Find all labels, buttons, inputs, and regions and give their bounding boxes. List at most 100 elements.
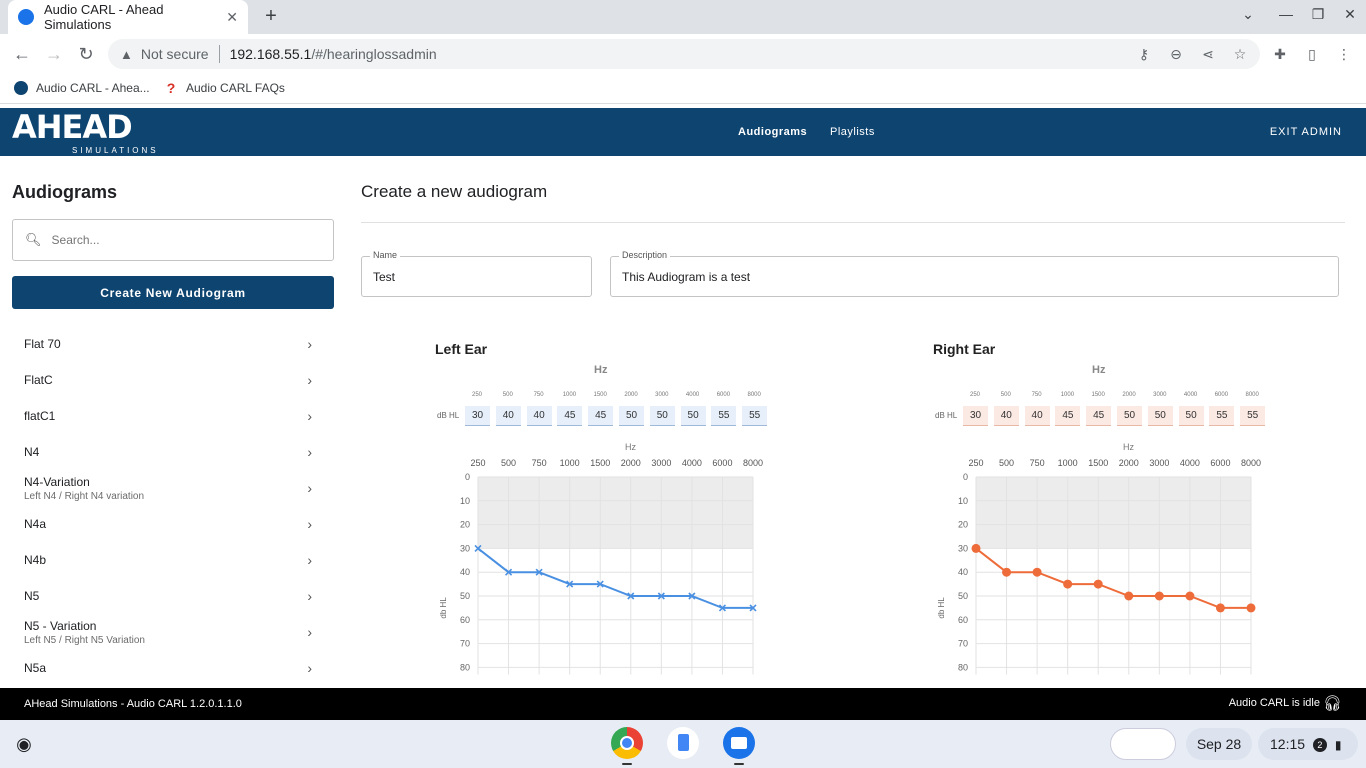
system-tray[interactable]: 12:15 2 ▮ — [1258, 728, 1358, 760]
back-icon[interactable]: ← — [10, 42, 34, 66]
threshold-input[interactable]: 50 — [680, 406, 706, 426]
warning-icon[interactable]: ▲ — [120, 47, 133, 62]
list-item-name: FlatC — [24, 373, 53, 387]
close-tab-icon[interactable]: ✕ — [226, 9, 238, 26]
description-field-label: Description — [619, 250, 671, 260]
screen-capture-thumbnail[interactable] — [1110, 728, 1176, 760]
data-point[interactable] — [1246, 603, 1256, 613]
create-audiogram-button[interactable]: Create New Audiogram — [12, 276, 334, 309]
chevron-right-icon: › — [307, 372, 312, 388]
list-item[interactable]: N5a › — [12, 650, 334, 686]
zoom-icon[interactable]: ⊖ — [1167, 46, 1185, 63]
data-point[interactable] — [1215, 603, 1225, 613]
threshold-input[interactable]: 50 — [649, 406, 675, 426]
x-axis-label: Hz — [625, 442, 636, 452]
threshold-input[interactable]: 45 — [1055, 406, 1081, 426]
chrome-icon[interactable] — [611, 727, 643, 759]
x-tick-label: 1500 — [1088, 458, 1108, 468]
logo-text: AHEAD — [12, 108, 133, 146]
y-tick-label: 80 — [958, 662, 968, 672]
tab-search-icon[interactable]: ⌄ — [1238, 6, 1258, 23]
address-bar[interactable]: ▲ Not secure 192.168.55.1 /#/hearingloss… — [108, 39, 1260, 69]
key-icon[interactable]: ⚷ — [1135, 46, 1153, 63]
list-item[interactable]: N4b › — [12, 542, 334, 578]
search-field[interactable]: 🔍︎ — [12, 219, 334, 261]
star-icon[interactable]: ☆ — [1231, 46, 1249, 63]
divider — [361, 222, 1345, 223]
data-point[interactable] — [1124, 591, 1134, 601]
nav-playlists[interactable]: Playlists — [830, 126, 875, 138]
list-item[interactable]: Flat 70 › — [12, 326, 334, 362]
y-tick-label: 70 — [460, 639, 470, 649]
restore-icon[interactable]: ❐ — [1308, 6, 1328, 23]
chevron-right-icon: › — [307, 516, 312, 532]
threshold-input[interactable]: 55 — [1240, 406, 1266, 426]
list-item[interactable]: flatC1 › — [12, 398, 334, 434]
data-point[interactable] — [1002, 567, 1012, 577]
list-item[interactable]: FlatC › — [12, 362, 334, 398]
date-display[interactable]: Sep 28 — [1186, 728, 1252, 760]
threshold-input[interactable]: 55 — [742, 406, 768, 426]
threshold-input[interactable]: 40 — [1024, 406, 1050, 426]
threshold-input[interactable]: 40 — [495, 406, 521, 426]
frequency-label: 500 — [1000, 392, 1011, 398]
threshold-input[interactable]: 50 — [1147, 406, 1173, 426]
search-input[interactable] — [51, 233, 322, 247]
list-item[interactable]: N4-Variation Left N4 / Right N4 variation… — [12, 470, 334, 506]
files-icon[interactable] — [723, 727, 755, 759]
extensions-icon[interactable]: ✚ — [1271, 46, 1289, 63]
name-field[interactable]: Name Test — [361, 250, 592, 297]
question-icon: ? — [166, 80, 176, 96]
frequency-label: 6000 — [716, 392, 731, 398]
data-point[interactable] — [971, 543, 981, 553]
threshold-input[interactable]: 40 — [993, 406, 1019, 426]
list-item-description: Left N4 / Right N4 variation — [24, 490, 145, 502]
threshold-input[interactable]: 50 — [619, 406, 644, 426]
data-point[interactable] — [1063, 579, 1073, 589]
chevron-right-icon: › — [307, 660, 312, 676]
new-tab-icon[interactable]: + — [260, 5, 282, 27]
nav-audiograms[interactable]: Audiograms — [738, 126, 807, 138]
close-window-icon[interactable]: ✕ — [1340, 6, 1360, 23]
threshold-input[interactable]: 40 — [526, 406, 552, 426]
threshold-input[interactable]: 55 — [1209, 406, 1235, 426]
list-item[interactable]: N5 › — [12, 578, 334, 614]
forward-icon[interactable]: → — [42, 42, 66, 66]
y-tick-label: 40 — [460, 567, 470, 577]
exit-admin-button[interactable]: EXIT ADMIN — [1270, 126, 1342, 138]
x-tick-label: 4000 — [682, 458, 702, 468]
threshold-input[interactable]: 30 — [465, 406, 490, 426]
y-tick-label: 0 — [465, 472, 470, 482]
y-tick-label: 70 — [958, 639, 968, 649]
threshold-input[interactable]: 50 — [1178, 406, 1204, 426]
list-item[interactable]: N4a › — [12, 506, 334, 542]
description-field[interactable]: Description This Audiogram is a test — [610, 250, 1339, 297]
not-secure-label[interactable]: Not secure — [141, 46, 209, 62]
browser-tab[interactable]: Audio CARL - Ahead Simulations ✕ — [8, 0, 248, 34]
right-ear-title: Right Ear — [933, 341, 996, 357]
launcher-icon[interactable]: ◉ — [12, 732, 36, 756]
x-tick-label: 750 — [1030, 458, 1045, 468]
menu-icon[interactable]: ⋮ — [1335, 46, 1353, 63]
list-item-name: N5 — [24, 589, 40, 603]
list-item[interactable]: N4 › — [12, 434, 334, 470]
threshold-input[interactable]: 45 — [1086, 406, 1112, 426]
list-item[interactable]: N5 - Variation Left N5 / Right N5 Variati… — [12, 614, 334, 650]
threshold-input[interactable]: 45 — [588, 406, 614, 426]
bookmark-faqs[interactable]: ? Audio CARL FAQs — [164, 80, 285, 96]
threshold-input[interactable]: 30 — [963, 406, 988, 426]
y-tick-label: 50 — [958, 591, 968, 601]
reload-icon[interactable]: ↻ — [74, 42, 98, 66]
data-point[interactable] — [1093, 579, 1103, 589]
share-icon[interactable]: ⋖ — [1199, 46, 1217, 63]
bookmark-audio-carl[interactable]: Audio CARL - Ahea... — [14, 81, 150, 95]
threshold-input[interactable]: 50 — [1117, 406, 1142, 426]
threshold-input[interactable]: 45 — [557, 406, 583, 426]
data-point[interactable] — [1032, 567, 1042, 577]
docs-icon[interactable] — [667, 727, 699, 759]
minimize-icon[interactable]: — — [1276, 6, 1296, 22]
data-point[interactable] — [1154, 591, 1164, 601]
side-panel-icon[interactable]: ▯ — [1303, 46, 1321, 63]
data-point[interactable] — [1185, 591, 1195, 601]
threshold-input[interactable]: 55 — [711, 406, 737, 426]
